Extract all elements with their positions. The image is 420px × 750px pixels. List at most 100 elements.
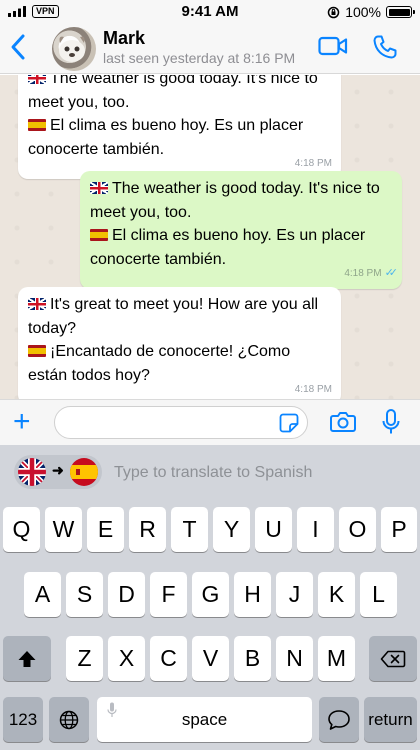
message-text: El clima es bueno hoy. Es un placer: [50, 117, 304, 134]
translate-bar: ➜ Type to translate to Spanish: [0, 445, 420, 499]
key-w[interactable]: W: [45, 507, 82, 552]
message-text: The weather is good today. It's nice to: [50, 75, 318, 87]
arrow-right-icon: ➜: [52, 462, 64, 478]
space-label: space: [181, 709, 228, 729]
key-u[interactable]: U: [255, 507, 292, 552]
uk-flag-icon: [28, 298, 46, 310]
shift-key[interactable]: [3, 636, 51, 681]
key-f[interactable]: F: [150, 572, 187, 617]
backspace-icon: [380, 650, 406, 667]
key-r[interactable]: R: [129, 507, 166, 552]
dictation-mic-icon: [107, 702, 117, 717]
message-line: meet you, too.: [90, 201, 392, 225]
chat-header: Mark last seen yesterday at 8:16 PM: [0, 24, 420, 74]
key-z[interactable]: Z: [66, 636, 103, 681]
message-line: El clima es bueno hoy. Es un placer: [90, 224, 392, 248]
spain-flag-icon: [70, 458, 98, 486]
message-line: today?: [28, 317, 331, 341]
message-text: The weather is good today. It's nice to: [112, 180, 380, 197]
key-m[interactable]: M: [318, 636, 355, 681]
phone-icon[interactable]: [372, 34, 398, 60]
spain-flag-icon: [28, 345, 46, 357]
key-k[interactable]: K: [318, 572, 355, 617]
avatar[interactable]: [52, 27, 96, 71]
message-time: 4:18 PM: [344, 267, 382, 279]
message-input[interactable]: [54, 406, 308, 439]
key-j[interactable]: J: [276, 572, 313, 617]
key-g[interactable]: G: [192, 572, 229, 617]
message-line: El clima es bueno hoy. Es un placer: [28, 114, 331, 138]
message-bubble-incoming[interactable]: The weather is good today. It's nice to …: [18, 75, 341, 179]
read-receipt-icon: ✓✓: [384, 266, 399, 279]
message-text: El clima es bueno hoy. Es un placer: [112, 227, 366, 244]
battery-icon: [386, 6, 415, 18]
key-p[interactable]: P: [381, 507, 417, 552]
message-line: The weather is good today. It's nice to: [28, 75, 331, 91]
key-d[interactable]: D: [108, 572, 145, 617]
plus-icon[interactable]: +: [13, 407, 31, 437]
message-meta: 4:18 PM: [295, 378, 332, 400]
message-time: 4:18 PM: [294, 383, 332, 395]
status-bar: VPN 9:41 AM 100%: [0, 0, 420, 24]
backspace-key[interactable]: [369, 636, 417, 681]
sticker-icon[interactable]: [279, 413, 299, 433]
key-n[interactable]: N: [276, 636, 313, 681]
key-c[interactable]: C: [150, 636, 187, 681]
key-i[interactable]: I: [297, 507, 334, 552]
speech-bubble-icon: [328, 709, 350, 730]
key-q[interactable]: Q: [3, 507, 40, 552]
emoji-key[interactable]: [319, 697, 359, 742]
numbers-key[interactable]: 123: [3, 697, 43, 742]
space-key[interactable]: space: [97, 697, 312, 742]
key-v[interactable]: V: [192, 636, 229, 681]
message-line: están todos hoy?: [28, 364, 331, 388]
message-text: It's great to meet you! How are you all: [50, 296, 319, 313]
microphone-icon[interactable]: [382, 409, 400, 435]
message-line: The weather is good today. It's nice to: [90, 177, 392, 201]
language-switch-button[interactable]: ➜: [14, 455, 102, 489]
status-right: 100%: [327, 4, 415, 20]
message-line: It's great to meet you! How are you all: [28, 293, 331, 317]
key-y[interactable]: Y: [213, 507, 250, 552]
chat-messages[interactable]: The weather is good today. It's nice to …: [0, 75, 420, 399]
key-x[interactable]: X: [108, 636, 145, 681]
message-bubble-incoming[interactable]: It's great to meet you! How are you all …: [18, 287, 341, 399]
spain-flag-icon: [90, 229, 108, 241]
message-text: están todos hoy?: [28, 366, 150, 384]
key-a[interactable]: A: [24, 572, 61, 617]
key-t[interactable]: T: [171, 507, 208, 552]
key-h[interactable]: H: [234, 572, 271, 617]
message-input-bar: +: [0, 399, 420, 445]
key-s[interactable]: S: [66, 572, 103, 617]
spain-flag-icon: [28, 119, 46, 131]
video-camera-icon[interactable]: [318, 36, 348, 56]
message-text: today?: [28, 319, 77, 337]
battery-percent: 100%: [345, 4, 381, 20]
contact-name[interactable]: Mark: [103, 28, 145, 49]
camera-icon[interactable]: [330, 411, 356, 433]
message-meta: 4:18 PM ✓✓: [344, 262, 399, 286]
uk-flag-icon: [28, 75, 46, 84]
message-line: ¡Encantado de conocerte! ¿Como: [28, 340, 331, 364]
message-bubble-outgoing[interactable]: The weather is good today. It's nice to …: [80, 171, 402, 289]
globe-key[interactable]: [49, 697, 89, 742]
key-l[interactable]: L: [360, 572, 397, 617]
message-text: conocerte también.: [28, 140, 165, 158]
key-b[interactable]: B: [234, 636, 271, 681]
key-o[interactable]: O: [339, 507, 376, 552]
return-key[interactable]: return: [364, 697, 417, 742]
last-seen-status: last seen yesterday at 8:16 PM: [103, 50, 296, 66]
uk-flag-icon: [90, 182, 108, 194]
message-text: ¡Encantado de conocerte! ¿Como: [50, 343, 291, 360]
message-line: meet you, too.: [28, 91, 331, 115]
orientation-lock-icon: [327, 6, 340, 18]
message-text: meet you, too.: [28, 93, 130, 111]
key-e[interactable]: E: [87, 507, 124, 552]
keyboard: ➜ Type to translate to Spanish Q W E R T…: [0, 445, 420, 750]
chevron-left-icon[interactable]: [8, 32, 30, 62]
message-text: meet you, too.: [90, 203, 192, 221]
translate-input[interactable]: Type to translate to Spanish: [114, 464, 312, 482]
shift-arrow-icon: [18, 650, 36, 667]
avatar-image: [59, 36, 85, 62]
uk-flag-icon: [18, 458, 46, 486]
